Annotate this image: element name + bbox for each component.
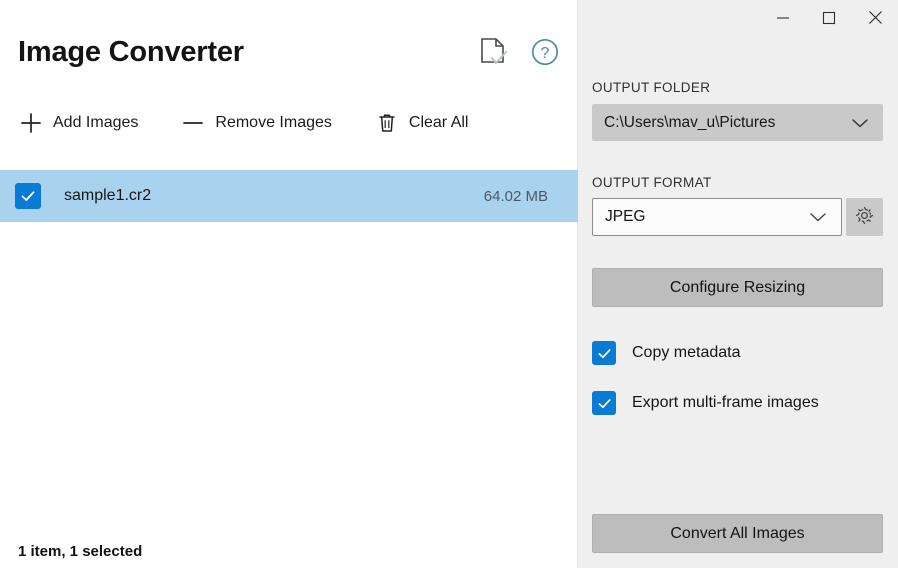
close-button[interactable] [852, 0, 898, 38]
file-size: 64.02 MB [484, 188, 548, 205]
add-images-button[interactable]: Add Images [18, 108, 148, 138]
convert-all-button[interactable]: Convert All Images [592, 514, 883, 553]
remove-images-label: Remove Images [215, 114, 332, 132]
status-text: 1 item, 1 selected [18, 543, 142, 560]
file-toolbar: Add Images Remove Images Clear Al [18, 108, 510, 138]
output-format-select[interactable]: JPEG [592, 198, 842, 236]
copy-metadata-checkbox-row[interactable]: Copy metadata [592, 341, 741, 365]
close-icon [868, 10, 883, 28]
chevron-down-icon [851, 117, 869, 129]
page-title: Image Converter [18, 36, 244, 69]
maximize-icon [822, 11, 836, 28]
minus-icon [182, 112, 204, 134]
configure-resizing-button[interactable]: Configure Resizing [592, 268, 883, 307]
document-check-icon [479, 37, 507, 70]
row-checkbox[interactable] [15, 183, 41, 209]
window-controls [760, 0, 898, 38]
help-icon-button[interactable]: ? [526, 34, 564, 72]
svg-text:?: ? [541, 45, 550, 62]
gear-icon [855, 206, 874, 228]
minimize-icon [776, 11, 790, 28]
plus-icon [20, 112, 42, 134]
help-icon: ? [530, 37, 560, 70]
export-multiframe-checkbox-row[interactable]: Export multi-frame images [592, 391, 819, 415]
header-icon-group: ? [474, 34, 564, 72]
maximize-button[interactable] [806, 0, 852, 38]
settings-panel: OUTPUT FOLDER C:\Users\mav_u\Pictures OU… [578, 0, 898, 568]
copy-metadata-checkbox[interactable] [592, 341, 616, 365]
export-multiframe-label: Export multi-frame images [632, 394, 819, 412]
output-folder-select[interactable]: C:\Users\mav_u\Pictures [592, 104, 883, 141]
clear-all-label: Clear All [409, 114, 469, 132]
output-format-label: OUTPUT FORMAT [592, 175, 712, 190]
clear-all-button[interactable]: Clear All [374, 108, 479, 138]
table-row[interactable]: sample1.cr2 64.02 MB [0, 170, 578, 222]
output-format-value: JPEG [605, 208, 645, 226]
file-panel: Image Converter ? [0, 0, 578, 568]
output-folder-label: OUTPUT FOLDER [592, 80, 710, 95]
copy-metadata-label: Copy metadata [632, 344, 741, 362]
trash-icon [376, 112, 398, 134]
add-images-label: Add Images [53, 114, 138, 132]
file-name: sample1.cr2 [64, 187, 151, 205]
file-list[interactable]: sample1.cr2 64.02 MB [0, 170, 578, 520]
minimize-button[interactable] [760, 0, 806, 38]
chevron-down-icon [809, 211, 827, 223]
export-multiframe-checkbox[interactable] [592, 391, 616, 415]
app-header: Image Converter ? [0, 0, 578, 96]
output-folder-value: C:\Users\mav_u\Pictures [604, 114, 775, 132]
document-check-icon-button[interactable] [474, 34, 512, 72]
remove-images-button[interactable]: Remove Images [180, 108, 342, 138]
image-converter-window: Image Converter ? [0, 0, 898, 568]
format-settings-button[interactable] [846, 198, 883, 236]
